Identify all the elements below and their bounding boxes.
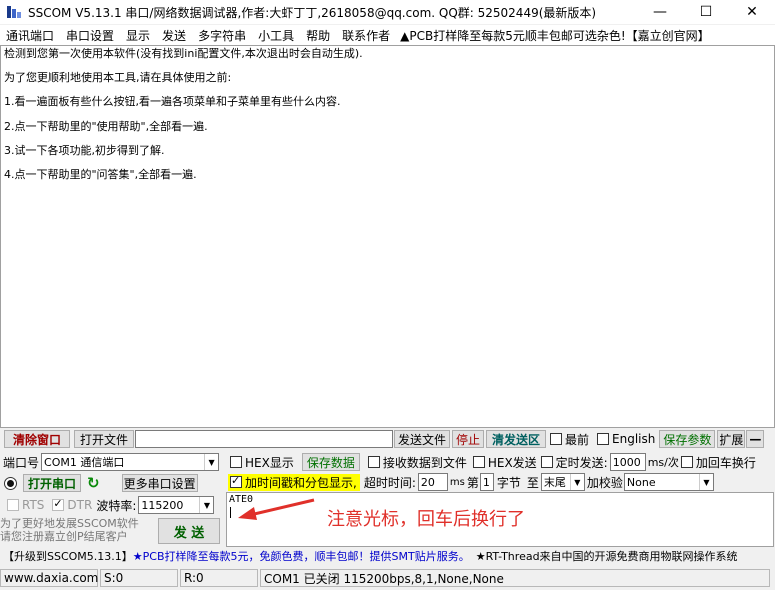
expand-button[interactable]: 扩展 bbox=[717, 430, 746, 448]
refresh-icon[interactable]: ↻ bbox=[87, 474, 100, 492]
send-file-button[interactable]: 发送文件 bbox=[394, 430, 450, 448]
recv-to-file-label: 接收数据到文件 bbox=[382, 455, 467, 470]
port-value: COM1 通信端口 bbox=[44, 456, 125, 469]
hex-display-label: HEX显示 bbox=[245, 455, 294, 470]
app-icon bbox=[6, 4, 22, 20]
menu-tools[interactable]: 小工具 bbox=[252, 27, 300, 44]
upgrade-link[interactable]: 【升级到SSCOM5.13.1】 bbox=[3, 548, 133, 564]
menu-send[interactable]: 发送 bbox=[156, 27, 192, 44]
maximize-button[interactable]: ☐ bbox=[683, 0, 729, 24]
receive-line: 4.点一下帮助里的"问答集",全部看一遍. bbox=[4, 167, 197, 181]
promo-bar: 【升级到SSCOM5.13.1】 ★PCB打样降至每款5元，免颜色费，顺丰包邮！… bbox=[0, 547, 775, 565]
port-label: 端口号 bbox=[3, 455, 40, 470]
end-select[interactable]: 末尾 ▼ bbox=[540, 473, 585, 491]
send-button[interactable]: 发 送 bbox=[158, 518, 220, 544]
open-file-button[interactable]: 打开文件 bbox=[74, 430, 134, 448]
topmost-label: 最前 bbox=[565, 432, 590, 447]
interval-input[interactable]: 1000 bbox=[609, 453, 646, 471]
checksum-label: 加校验 bbox=[586, 475, 623, 490]
timestamp-checkbox[interactable] bbox=[230, 474, 242, 488]
topmost-checkbox[interactable] bbox=[550, 433, 562, 445]
timeout-unit: ms bbox=[449, 476, 465, 488]
rts-checkbox[interactable] bbox=[7, 499, 19, 511]
clear-window-button[interactable]: 清除窗口 bbox=[4, 430, 70, 448]
receive-line: 为了您更顺利地使用本工具,请在具体使用之前: bbox=[4, 71, 232, 85]
clear-send-button[interactable]: 清发送区 bbox=[486, 430, 546, 448]
timed-send-label: 定时发送: bbox=[555, 455, 608, 470]
port-panel: 端口号 COM1 通信端口 ▼ 打开串口 ↻ 更多串口设置 RTS DTR 波特… bbox=[0, 450, 223, 546]
hex-send-checkbox[interactable] bbox=[472, 456, 485, 468]
english-checkbox[interactable] bbox=[597, 433, 610, 445]
chevron-down-icon: ▼ bbox=[204, 454, 218, 470]
checksum-select[interactable]: None ▼ bbox=[623, 473, 714, 491]
menu-multi-string[interactable]: 多字符串 bbox=[192, 27, 252, 44]
timed-send-checkbox[interactable] bbox=[540, 456, 553, 468]
cursor-annotation: 注意光标，回车后换行了 bbox=[327, 509, 525, 530]
window-title: SSCOM V5.13.1 串口/网络数据调试器,作者:大虾丁丁,2618058… bbox=[28, 5, 597, 20]
port-status-indicator bbox=[4, 476, 17, 490]
toolbar-row: 清除窗口 打开文件 发送文件 停止 清发送区 最前 English 保存参数 扩… bbox=[0, 429, 775, 449]
add-newline-label: 加回车换行 bbox=[695, 455, 756, 470]
chevron-down-icon: ▼ bbox=[698, 474, 713, 490]
register-promo-line: 为了更好地发展SSCOM软件 bbox=[0, 517, 139, 530]
port-status: COM1 已关闭 115200bps,8,1,None,None bbox=[260, 569, 770, 587]
timestamp-option[interactable]: 加时间戳和分包显示, bbox=[228, 473, 360, 491]
end-value: 末尾 bbox=[543, 476, 566, 489]
hex-display-checkbox[interactable] bbox=[230, 456, 242, 468]
title-bar: SSCOM V5.13.1 串口/网络数据调试器,作者:大虾丁丁,2618058… bbox=[0, 0, 775, 24]
port-select[interactable]: COM1 通信端口 ▼ bbox=[41, 453, 220, 471]
website-link[interactable]: www.daxia.com bbox=[0, 569, 98, 587]
menu-pcb-promo[interactable]: ▲PCB打样降至每款5元顺丰包邮可选杂色!【嘉立创官网】 bbox=[396, 27, 716, 44]
save-params-button[interactable]: 保存参数 bbox=[659, 430, 716, 448]
receive-line: 1.看一遍面板有些什么按钮,看一遍各项菜单和子菜单里有些什么内容. bbox=[4, 95, 341, 109]
to-label: 至 bbox=[526, 475, 539, 490]
menu-comm-port[interactable]: 通讯端口 bbox=[0, 27, 60, 44]
red-arrow-icon bbox=[238, 498, 315, 520]
menu-display[interactable]: 显示 bbox=[120, 27, 156, 44]
receive-line: 3.试一下各项功能,初步得到了解. bbox=[4, 143, 165, 157]
hex-send-label: HEX发送 bbox=[487, 455, 537, 470]
receive-area[interactable]: 检测到您第一次使用本软件(没有找到ini配置文件,本次退出时会自动生成). 为了… bbox=[0, 45, 775, 428]
nth-label: 第 bbox=[466, 475, 479, 490]
chevron-down-icon: ▼ bbox=[569, 474, 584, 490]
receive-line: 2.点一下帮助里的"使用帮助",全部看一遍. bbox=[4, 119, 208, 133]
minimize-button[interactable]: — bbox=[637, 0, 683, 24]
menu-port-settings[interactable]: 串口设置 bbox=[60, 27, 120, 44]
timeout-label: 超时时间: bbox=[363, 475, 416, 490]
status-bar: www.daxia.com S:0 R:0 COM1 已关闭 115200bps… bbox=[0, 568, 775, 588]
rtthread-promo-link[interactable]: ★RT-Thread来自中国的开源免费商用物联网操作系统 bbox=[476, 548, 738, 564]
english-label: English bbox=[612, 432, 656, 446]
dtr-checkbox[interactable] bbox=[52, 497, 65, 511]
dtr-label: DTR bbox=[67, 498, 93, 512]
baud-select[interactable]: 115200 ▼ bbox=[138, 496, 215, 514]
more-port-settings-button[interactable]: 更多串口设置 bbox=[121, 474, 198, 492]
save-data-button[interactable]: 保存数据 bbox=[301, 453, 360, 471]
menu-bar: 通讯端口 串口设置 显示 发送 多字符串 小工具 帮助 联系作者 ▲PCB打样降… bbox=[0, 25, 775, 45]
nth-input[interactable]: 1 bbox=[479, 473, 494, 491]
byte-label: 字节 bbox=[496, 475, 521, 490]
menu-contact[interactable]: 联系作者 bbox=[336, 27, 396, 44]
recv-to-file-checkbox[interactable] bbox=[367, 456, 380, 468]
text-cursor bbox=[230, 507, 231, 518]
receive-line: 检测到您第一次使用本软件(没有找到ini配置文件,本次退出时会自动生成). bbox=[4, 47, 363, 60]
collapse-button[interactable]: — bbox=[746, 430, 765, 448]
menu-help[interactable]: 帮助 bbox=[300, 27, 336, 44]
checksum-value: None bbox=[626, 475, 656, 489]
register-promo-line: 请您注册嘉立创P结尾客户 bbox=[0, 530, 128, 543]
close-button[interactable]: ✕ bbox=[729, 0, 775, 24]
timestamp-label: 加时间戳和分包显示, bbox=[245, 475, 357, 490]
open-port-button[interactable]: 打开串口 bbox=[23, 474, 81, 492]
pcb-promo-link[interactable]: ★PCB打样降至每款5元，免颜色费，顺丰包邮！提供SMT贴片服务。 bbox=[133, 548, 470, 564]
timeout-input[interactable]: 20 bbox=[417, 473, 448, 491]
chevron-down-icon: ▼ bbox=[199, 497, 213, 513]
add-newline-checkbox[interactable] bbox=[680, 456, 693, 468]
baud-label: 波特率: bbox=[96, 498, 137, 513]
rts-label: RTS bbox=[22, 498, 45, 512]
interval-unit: ms/次 bbox=[647, 456, 679, 469]
stop-button[interactable]: 停止 bbox=[452, 430, 484, 448]
sent-count: S:0 bbox=[100, 569, 178, 587]
file-path-input[interactable] bbox=[135, 430, 393, 448]
baud-value: 115200 bbox=[141, 498, 184, 512]
received-count: R:0 bbox=[180, 569, 258, 587]
